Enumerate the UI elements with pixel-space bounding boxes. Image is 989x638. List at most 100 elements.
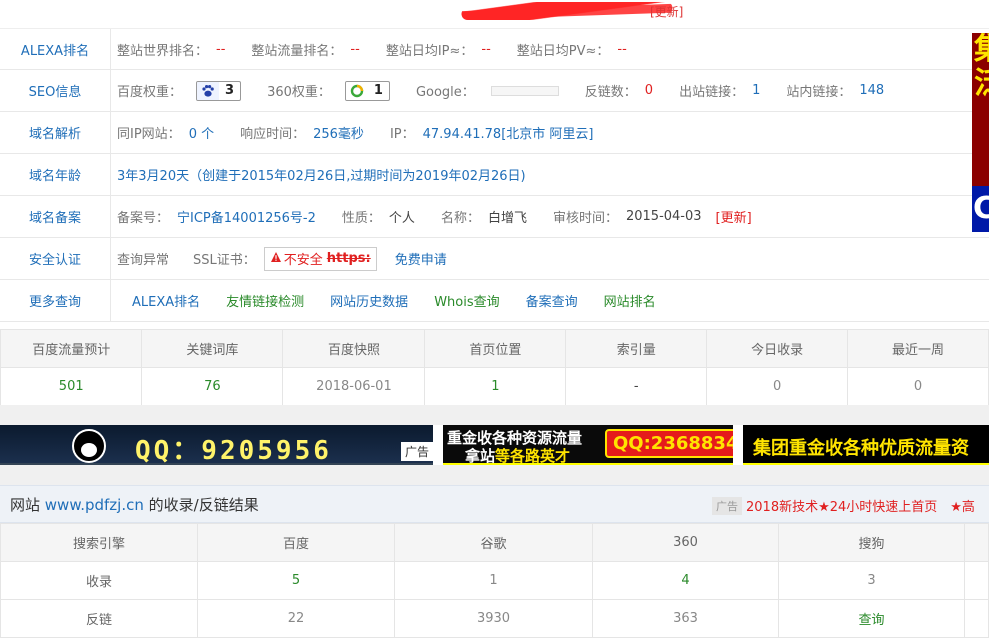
results-header: 谷歌 bbox=[394, 523, 593, 562]
ad-banner-resource-line2: 拿站等各路英才 bbox=[465, 447, 571, 465]
result-ad-tag: 广告 bbox=[712, 497, 742, 515]
more-link-siterank[interactable]: 网站排名 bbox=[604, 291, 656, 310]
icp-type-value: 个人 bbox=[388, 211, 415, 226]
results-table: 搜索引擎 百度 谷歌 360 搜狗 收录 5 1 4 3 反链 22 3930 … bbox=[0, 523, 989, 638]
top-bar: [更新] bbox=[0, 0, 989, 28]
ad-banner-qq[interactable]: QQ：9205956 广告 bbox=[0, 425, 433, 465]
results-row-name: 反链 bbox=[0, 599, 198, 638]
stats-value-row: 501 76 2018-06-01 1 - 0 0 bbox=[0, 367, 989, 406]
seo-row: SEO信息 百度权重： 3 360权重： 1 Google： 反链数： 0 出站… bbox=[0, 70, 989, 112]
dns-label[interactable]: 域名解析 bbox=[0, 112, 111, 153]
alexa-traffic-rank-key: 整站流量排名： bbox=[251, 43, 343, 59]
stats-table: 百度流量预计 关键词库 百度快照 首页位置 索引量 今日收录 最近一周 501 … bbox=[0, 329, 989, 406]
same-ip-value[interactable]: 0 个 bbox=[189, 123, 214, 142]
index-count-value: - bbox=[565, 367, 708, 406]
result-ad-text[interactable]: 2018新技术★24小时快速上首页 ★高 bbox=[746, 496, 975, 515]
alexa-daily-pv-value: -- bbox=[617, 41, 627, 57]
icp-update-link[interactable]: [更新] bbox=[716, 207, 752, 226]
s360-weight-badge[interactable]: 1 bbox=[344, 80, 390, 101]
s360-indexed-value[interactable]: 4 bbox=[592, 561, 779, 600]
alexa-label[interactable]: ALEXA排名 bbox=[0, 29, 111, 69]
stats-header: 今日收录 bbox=[706, 329, 849, 368]
result-site-link[interactable]: www.pdfzj.cn bbox=[45, 496, 144, 514]
results-row-indexed: 收录 5 1 4 3 bbox=[0, 561, 989, 600]
paw-icon bbox=[197, 81, 220, 100]
icp-label[interactable]: 域名备案 bbox=[0, 196, 111, 237]
baidu-weight-value: 3 bbox=[219, 83, 241, 98]
site-info-panel: ALEXA排名 整站世界排名： -- 整站流量排名： -- 整站日均IP≈： -… bbox=[0, 28, 989, 322]
outlinks-key: 出站链接： bbox=[679, 85, 745, 100]
ad-banner-resource[interactable]: 重金收各种资源流量 拿站等各路英才 QQ:236883456 bbox=[443, 425, 733, 465]
results-header-row: 搜索引擎 百度 谷歌 360 搜狗 bbox=[0, 523, 989, 562]
results-header bbox=[964, 523, 989, 562]
ad-banner-group[interactable]: 集团重金收各种优质流量资 bbox=[743, 425, 989, 465]
response-time-key: 响应时间： bbox=[240, 127, 306, 142]
same-ip-key: 同IP网站： bbox=[117, 127, 181, 142]
baidu-traffic-value[interactable]: 501 bbox=[0, 367, 143, 406]
divider bbox=[0, 465, 989, 485]
icp-name-value: 白增飞 bbox=[487, 211, 527, 226]
side-ad[interactable]: 集泛 C bbox=[972, 33, 989, 232]
stats-header: 关键词库 bbox=[141, 329, 284, 368]
ssl-status-badge[interactable]: 不安全 https: bbox=[263, 246, 377, 271]
alexa-daily-ip-key: 整站日均IP≈： bbox=[385, 43, 474, 59]
penguin-icon bbox=[72, 429, 106, 463]
security-label[interactable]: 安全认证 bbox=[0, 238, 111, 279]
stats-header: 最近一周 bbox=[847, 329, 989, 368]
keyword-count-value[interactable]: 76 bbox=[141, 367, 284, 406]
alexa-world-rank-key: 整站世界排名： bbox=[117, 43, 209, 59]
icp-number-value[interactable]: 宁ICP备14001256号-2 bbox=[177, 207, 316, 226]
icp-time-key: 审核时间： bbox=[552, 211, 618, 226]
stats-header: 百度快照 bbox=[282, 329, 426, 368]
backlinks-value[interactable]: 0 bbox=[645, 83, 653, 98]
top-update-link[interactable]: [更新] bbox=[650, 3, 683, 20]
today-indexed-value: 0 bbox=[706, 367, 849, 406]
seo-label[interactable]: SEO信息 bbox=[0, 70, 111, 111]
ssl-apply-link[interactable]: 免费申请 bbox=[395, 249, 447, 268]
more-link-alexa[interactable]: ALEXA排名 bbox=[132, 291, 200, 310]
stats-header: 索引量 bbox=[565, 329, 708, 368]
results-header: 搜狗 bbox=[778, 523, 965, 562]
results-header: 搜索引擎 bbox=[0, 523, 198, 562]
sogou-indexed-value: 3 bbox=[778, 561, 965, 600]
alexa-daily-pv-key: 整站日均PV≈： bbox=[516, 43, 610, 59]
ad-banners: QQ：9205956 广告 重金收各种资源流量 拿站等各路英才 QQ:23688… bbox=[0, 425, 989, 465]
ip-value[interactable]: 47.94.41.78[北京市 阿里云] bbox=[423, 123, 594, 142]
dns-row: 域名解析 同IP网站： 0 个 响应时间： 256毫秒 IP： 47.94.41… bbox=[0, 112, 989, 154]
baidu-indexed-value[interactable]: 5 bbox=[197, 561, 395, 600]
baidu-weight-badge[interactable]: 3 bbox=[196, 80, 242, 101]
security-row: 安全认证 查询异常 SSL证书： 不安全 https: 免费申请 bbox=[0, 238, 989, 280]
stats-header: 百度流量预计 bbox=[0, 329, 143, 368]
alexa-row: ALEXA排名 整站世界排名： -- 整站流量排名： -- 整站日均IP≈： -… bbox=[0, 28, 989, 70]
more-link-icp[interactable]: 备案查询 bbox=[526, 291, 578, 310]
s360-weight-value: 1 bbox=[367, 83, 389, 98]
side-ad-top: 集泛 bbox=[972, 33, 989, 186]
more-link-history[interactable]: 网站历史数据 bbox=[330, 291, 408, 310]
more-link-whois[interactable]: Whois查询 bbox=[434, 291, 499, 310]
ssl-protocol-text: https: bbox=[326, 251, 371, 266]
sogou-backlinks-query-link[interactable]: 查询 bbox=[778, 599, 965, 638]
alexa-world-rank-value: -- bbox=[216, 41, 226, 57]
inlinks-value[interactable]: 148 bbox=[859, 83, 884, 98]
s360-backlinks-value: 363 bbox=[592, 599, 779, 638]
icp-type-key: 性质： bbox=[341, 211, 381, 226]
baidu-backlinks-value: 22 bbox=[197, 599, 395, 638]
side-ad-bottom: C bbox=[972, 186, 989, 232]
outlinks-value[interactable]: 1 bbox=[752, 83, 760, 98]
baidu-weight-key: 百度权重： bbox=[117, 85, 183, 100]
last-week-value: 0 bbox=[847, 367, 989, 406]
google-key: Google： bbox=[415, 85, 475, 100]
response-time-value: 256毫秒 bbox=[313, 127, 364, 142]
alexa-daily-ip-value: -- bbox=[481, 41, 491, 57]
stats-header: 首页位置 bbox=[424, 329, 567, 368]
homepage-position-value[interactable]: 1 bbox=[424, 367, 567, 406]
result-title: 网站 www.pdfzj.cn 的收录/反链结果 bbox=[10, 495, 259, 514]
more-label[interactable]: 更多查询 bbox=[0, 280, 111, 321]
more-link-friendlinks[interactable]: 友情链接检测 bbox=[226, 291, 304, 310]
more-row: 更多查询 ALEXA排名 友情链接检测 网站历史数据 Whois查询 备案查询 … bbox=[0, 280, 989, 322]
ad-banner-qq-text: QQ：9205956 bbox=[135, 436, 332, 465]
ssl-warn-text: 不安全 bbox=[283, 253, 323, 268]
extra-cell bbox=[964, 599, 989, 638]
domain-age-label[interactable]: 域名年龄 bbox=[0, 154, 111, 195]
google-backlinks-value: 3930 bbox=[394, 599, 593, 638]
